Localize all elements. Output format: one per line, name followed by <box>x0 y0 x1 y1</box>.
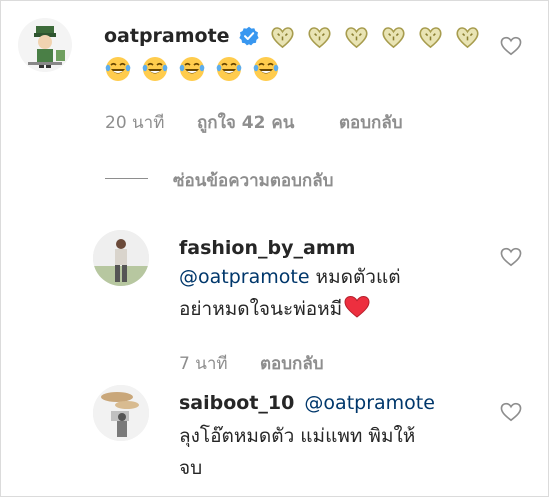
tears-of-joy-emoji-icon <box>254 57 279 81</box>
comment-username[interactable]: oatpramote <box>104 25 230 47</box>
avatar-fashion-by-amm[interactable] <box>93 230 149 286</box>
hide-replies-button[interactable]: ซ่อนข้อความตอบกลับ <box>173 167 333 194</box>
emoji-row-sparkle <box>269 24 486 51</box>
reply-1-text-2: อย่าหมดใจนะพ่อหมี <box>179 298 343 320</box>
reply-1-username[interactable]: fashion_by_amm <box>179 237 355 259</box>
verified-badge-icon <box>239 26 259 46</box>
sparkle-heart-emoji-icon <box>419 27 442 49</box>
comment-reply-button[interactable]: ตอบกลับ <box>339 109 403 136</box>
reply-2-username[interactable]: saiboot_10 <box>179 392 294 414</box>
sparkle-heart-emoji-icon <box>456 27 480 49</box>
emoji-row-laughing <box>105 56 285 82</box>
reply-1-like-heart-icon[interactable] <box>500 247 522 267</box>
reply-1-text: หมดตัวแต่ <box>309 266 401 288</box>
hide-replies-divider <box>105 178 148 179</box>
sparkle-heart-emoji-icon <box>308 27 331 49</box>
like-heart-icon[interactable] <box>500 36 522 56</box>
reply-2-text-line2: จบ <box>179 457 203 479</box>
reply-1-reply-button[interactable]: ตอบกลับ <box>260 350 324 377</box>
reply-2-text-line1: ลุงโอ๊ตหมดตัว แม่แพท พิมให้ <box>179 425 416 447</box>
reply-2-like-heart-icon[interactable] <box>500 402 522 422</box>
comment-time: 20 นาที <box>105 113 165 133</box>
tears-of-joy-emoji-icon <box>179 57 205 81</box>
reply-1-text-line2: อย่าหมดใจนะพ่อหมี <box>179 293 370 325</box>
red-heart-emoji-icon <box>344 295 370 318</box>
sparkle-heart-emoji-icon <box>271 27 294 49</box>
comment-panel: oatpramote 20 นาที ถูกใจ 42 คน ตอบกลับ ซ… <box>0 0 549 497</box>
comment-likes[interactable]: ถูกใจ 42 คน <box>197 109 294 136</box>
reply-1-time: 7 นาที <box>179 354 228 374</box>
sparkle-heart-emoji-icon <box>345 27 368 49</box>
reply-1-mention-link[interactable]: @oatpramote <box>179 266 310 288</box>
reply-2-header: saiboot_10 @oatpramote <box>179 392 435 414</box>
avatar-oatpramote[interactable] <box>18 18 72 72</box>
tears-of-joy-emoji-icon <box>216 57 242 81</box>
tears-of-joy-emoji-icon <box>105 57 131 81</box>
avatar-saiboot-10[interactable] <box>93 385 149 441</box>
tears-of-joy-emoji-icon <box>142 57 168 81</box>
reply-2-mention-link[interactable]: @oatpramote <box>304 392 435 414</box>
sparkle-heart-emoji-icon <box>382 27 405 49</box>
reply-1-text-line1: @oatpramote หมดตัวแต่ <box>179 261 401 293</box>
